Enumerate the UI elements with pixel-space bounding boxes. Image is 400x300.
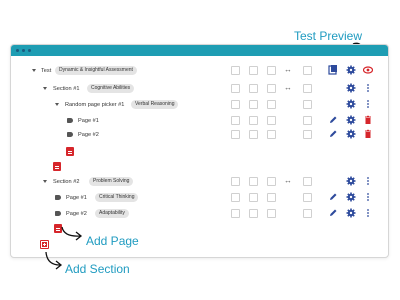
- section-row: Section #1 Cognitive Abilities ↔: [11, 82, 388, 96]
- page-picker-row: Random page picker #1 Verbal Reasoning: [11, 98, 388, 112]
- more-vert-icon[interactable]: [363, 83, 373, 93]
- checkbox[interactable]: [303, 177, 312, 186]
- gear-icon[interactable]: [346, 99, 356, 109]
- checkbox[interactable]: [249, 177, 258, 186]
- test-label: Test: [41, 68, 52, 74]
- window-titlebar: [11, 45, 388, 56]
- checkbox[interactable]: [249, 130, 258, 139]
- page-row: Page #1 Critical Thinking: [11, 191, 388, 205]
- page-row: Page #2 Adaptability: [11, 207, 388, 221]
- checkbox[interactable]: [249, 193, 258, 202]
- move-icon[interactable]: ↔: [284, 176, 292, 186]
- tag-icon: [55, 211, 61, 216]
- add-section-icon[interactable]: [40, 240, 49, 249]
- checkbox[interactable]: [249, 100, 258, 109]
- checkbox[interactable]: [303, 84, 312, 93]
- more-vert-icon[interactable]: [363, 208, 373, 218]
- gear-icon[interactable]: [346, 65, 356, 75]
- checkbox[interactable]: [231, 209, 240, 218]
- more-vert-icon[interactable]: [363, 192, 373, 202]
- checkbox[interactable]: [303, 116, 312, 125]
- checkbox[interactable]: [231, 177, 240, 186]
- checkbox[interactable]: [231, 66, 240, 75]
- annotation-arrow-add-page: [61, 226, 83, 241]
- checkbox[interactable]: [267, 130, 276, 139]
- window-dot: [22, 49, 25, 52]
- section-row: Section #2 Problem Solving ↔: [11, 175, 388, 189]
- add-page-icon[interactable]: [66, 147, 74, 156]
- annotation-arrow-add-section: [45, 251, 63, 270]
- tag-icon: [67, 132, 73, 137]
- trash-icon[interactable]: [363, 129, 373, 139]
- add-page-icon[interactable]: [53, 162, 61, 171]
- annotation-add-section: Add Section: [65, 262, 130, 276]
- checkbox[interactable]: [267, 193, 276, 202]
- caret-down-icon[interactable]: [43, 87, 47, 90]
- question-bank-icon[interactable]: [328, 65, 338, 75]
- stage: Test Preview Test Dynamic & Insightful A…: [0, 0, 400, 300]
- tag-icon: [67, 118, 73, 123]
- page-row: Page #2: [11, 128, 388, 142]
- checkbox[interactable]: [267, 84, 276, 93]
- caret-down-icon[interactable]: [32, 69, 36, 72]
- checkbox[interactable]: [249, 84, 258, 93]
- more-vert-icon[interactable]: [363, 99, 373, 109]
- checkbox[interactable]: [231, 193, 240, 202]
- more-vert-icon[interactable]: [363, 176, 373, 186]
- checkbox[interactable]: [249, 209, 258, 218]
- test-category-pill: Dynamic & Insightful Assessment: [55, 66, 137, 75]
- checkbox[interactable]: [303, 209, 312, 218]
- checkbox[interactable]: [267, 66, 276, 75]
- window-dot: [28, 49, 31, 52]
- page-category-pill: Adaptability: [95, 209, 129, 218]
- checkbox[interactable]: [231, 100, 240, 109]
- gear-icon[interactable]: [346, 176, 356, 186]
- checkbox[interactable]: [231, 84, 240, 93]
- section-category-pill: Problem Solving: [89, 177, 134, 186]
- test-row: Test Dynamic & Insightful Assessment ↔: [11, 64, 388, 78]
- gear-icon[interactable]: [346, 83, 356, 93]
- checkbox[interactable]: [231, 116, 240, 125]
- checkbox[interactable]: [303, 130, 312, 139]
- section-label: Section #1: [53, 86, 80, 92]
- gear-icon[interactable]: [346, 192, 356, 202]
- page-label: Page #2: [78, 132, 99, 138]
- checkbox[interactable]: [267, 116, 276, 125]
- pencil-icon[interactable]: [328, 208, 338, 218]
- page-picker-label: Random page picker #1: [65, 102, 125, 108]
- checkbox[interactable]: [267, 177, 276, 186]
- section-label: Section #2: [53, 179, 80, 185]
- checkbox[interactable]: [267, 209, 276, 218]
- tag-icon: [55, 195, 61, 200]
- page-category-pill: Critical Thinking: [95, 193, 139, 202]
- eye-icon[interactable]: [363, 65, 373, 75]
- checkbox[interactable]: [267, 100, 276, 109]
- page-label: Page #1: [66, 195, 87, 201]
- move-icon[interactable]: ↔: [284, 83, 292, 93]
- caret-down-icon[interactable]: [55, 103, 59, 106]
- page-row: Page #1: [11, 114, 388, 128]
- checkbox[interactable]: [231, 130, 240, 139]
- page-picker-category-pill: Verbal Reasoning: [131, 100, 179, 109]
- gear-icon[interactable]: [346, 115, 356, 125]
- page-label: Page #2: [66, 211, 87, 217]
- section-category-pill: Cognitive Abilities: [87, 84, 135, 93]
- window-dot: [16, 49, 19, 52]
- trash-icon[interactable]: [363, 115, 373, 125]
- checkbox[interactable]: [249, 116, 258, 125]
- pencil-icon[interactable]: [328, 115, 338, 125]
- move-icon[interactable]: ↔: [284, 65, 292, 75]
- pencil-icon[interactable]: [328, 192, 338, 202]
- checkbox[interactable]: [303, 66, 312, 75]
- annotation-add-page: Add Page: [86, 234, 139, 248]
- page-label: Page #1: [78, 118, 99, 124]
- gear-icon[interactable]: [346, 208, 356, 218]
- checkbox[interactable]: [303, 100, 312, 109]
- checkbox[interactable]: [303, 193, 312, 202]
- checkbox[interactable]: [249, 66, 258, 75]
- pencil-icon[interactable]: [328, 129, 338, 139]
- gear-icon[interactable]: [346, 129, 356, 139]
- caret-down-icon[interactable]: [43, 180, 47, 183]
